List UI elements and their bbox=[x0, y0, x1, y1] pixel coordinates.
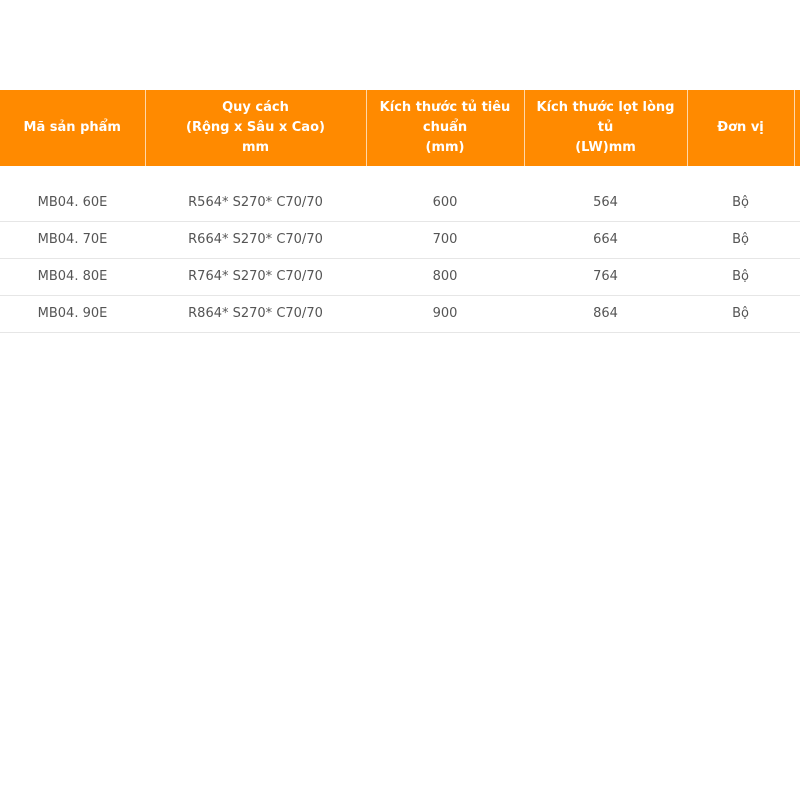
header-specification: Quy cách (Rộng x Sâu x Cao) mm bbox=[145, 90, 367, 166]
cell-inner-size: 864 bbox=[524, 295, 687, 333]
header-line: chuẩn bbox=[422, 120, 468, 135]
table-row: MB04. 70E R664* S270* C70/70 700 664 Bộ bbox=[0, 221, 800, 259]
header-line: Kích thước lọt lòng tủ bbox=[536, 100, 675, 135]
cell-standard-size: 700 bbox=[366, 221, 524, 259]
header-product-code: Mã sản phẩm bbox=[0, 90, 146, 166]
table-row: MB04. 80E R764* S270* C70/70 800 764 Bộ bbox=[0, 258, 800, 296]
table-row: MB04. 60E R564* S270* C70/70 600 564 Bộ bbox=[0, 184, 800, 222]
page: Mã sản phẩm Quy cách (Rộng x Sâu x Cao) … bbox=[0, 0, 800, 800]
product-spec-table: Mã sản phẩm Quy cách (Rộng x Sâu x Cao) … bbox=[0, 90, 800, 333]
table-row: MB04. 90E R864* S270* C70/70 900 864 Bộ bbox=[0, 295, 800, 333]
spacer-row bbox=[0, 166, 800, 184]
cell-inner-size: 564 bbox=[524, 184, 687, 222]
cell-inner-size: 664 bbox=[524, 221, 687, 259]
header-standard-cabinet-size: Kích thước tủ tiêu chuẩn (mm) bbox=[366, 90, 525, 166]
cell-specification: R864* S270* C70/70 bbox=[145, 295, 366, 333]
cell-product-code: MB04. 80E bbox=[0, 258, 145, 296]
cell-product-code: MB04. 60E bbox=[0, 184, 145, 222]
cell-specification: R764* S270* C70/70 bbox=[145, 258, 366, 296]
header-row: Mã sản phẩm Quy cách (Rộng x Sâu x Cao) … bbox=[0, 90, 800, 166]
cell-extra bbox=[794, 295, 800, 333]
cell-specification: R664* S270* C70/70 bbox=[145, 221, 366, 259]
cell-unit: Bộ bbox=[687, 295, 794, 333]
cell-extra bbox=[794, 258, 800, 296]
header-line: (Rộng x Sâu x Cao) bbox=[186, 120, 325, 135]
cell-unit: Bộ bbox=[687, 221, 794, 259]
cell-standard-size: 900 bbox=[366, 295, 524, 333]
cell-standard-size: 600 bbox=[366, 184, 524, 222]
table-body: MB04. 60E R564* S270* C70/70 600 564 Bộ … bbox=[0, 166, 800, 333]
cell-inner-size: 764 bbox=[524, 258, 687, 296]
spacer-cell bbox=[0, 166, 800, 184]
header-line: Đơn vị bbox=[717, 120, 764, 135]
header-line: Quy cách bbox=[222, 100, 289, 115]
cell-extra bbox=[794, 221, 800, 259]
header-line: Kích thước tủ tiêu bbox=[379, 100, 511, 115]
header-unit: Đơn vị bbox=[687, 90, 795, 166]
header-line: (mm) bbox=[425, 140, 465, 155]
cell-product-code: MB04. 90E bbox=[0, 295, 145, 333]
cell-extra bbox=[794, 184, 800, 222]
table-header: Mã sản phẩm Quy cách (Rộng x Sâu x Cao) … bbox=[0, 90, 800, 166]
header-line: Mã sản phẩm bbox=[23, 120, 121, 135]
cell-product-code: MB04. 70E bbox=[0, 221, 145, 259]
header-line: mm bbox=[241, 140, 270, 155]
header-inner-cabinet-size: Kích thước lọt lòng tủ (LW)mm bbox=[524, 90, 688, 166]
cell-unit: Bộ bbox=[687, 184, 794, 222]
cell-standard-size: 800 bbox=[366, 258, 524, 296]
product-spec-table-container: Mã sản phẩm Quy cách (Rộng x Sâu x Cao) … bbox=[0, 90, 800, 333]
cell-specification: R564* S270* C70/70 bbox=[145, 184, 366, 222]
header-extra-column bbox=[794, 90, 800, 166]
header-line: (LW)mm bbox=[575, 140, 636, 155]
cell-unit: Bộ bbox=[687, 258, 794, 296]
